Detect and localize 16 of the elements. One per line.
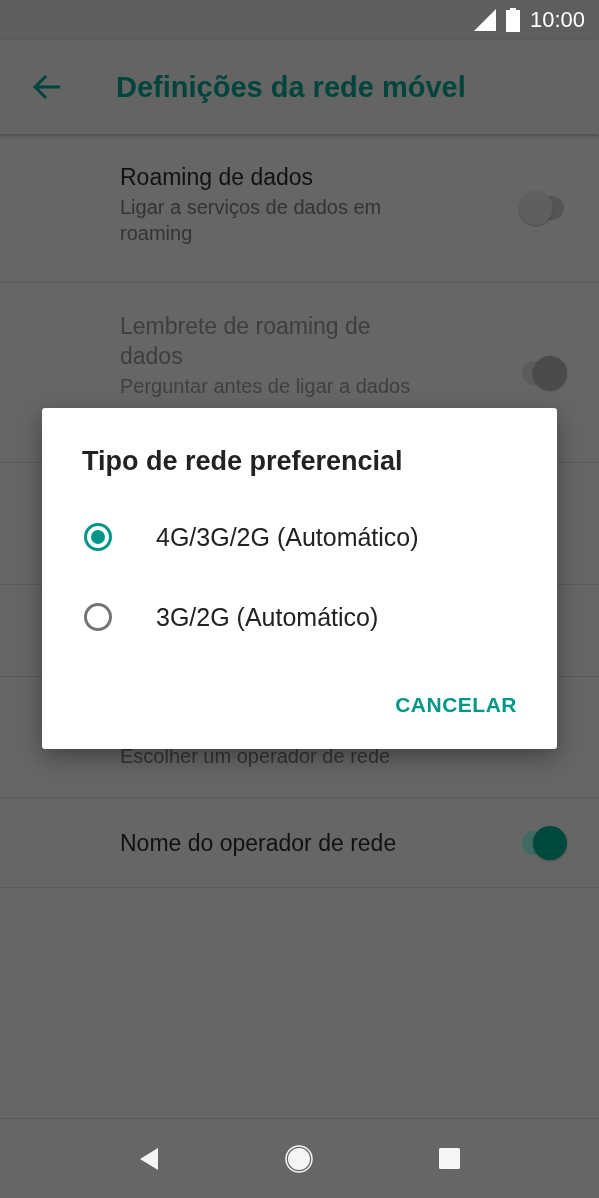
cancel-button[interactable]: CANCELAR	[383, 683, 529, 727]
clock: 10:00	[529, 7, 585, 33]
back-arrow-icon[interactable]	[33, 74, 61, 100]
setting-title: Roaming de dados	[120, 163, 315, 192]
recents-icon[interactable]	[439, 1148, 460, 1169]
radio-button[interactable]	[84, 523, 112, 551]
setting-title: Nome do operador de rede	[120, 829, 398, 858]
battery-icon	[505, 8, 520, 32]
dialog-title: Tipo de rede preferencial	[82, 446, 404, 477]
screen-title: Definições da rede móvel	[116, 70, 466, 104]
back-icon[interactable]	[139, 1146, 159, 1171]
option-label[interactable]: 3G/2G (Automático)	[156, 602, 379, 632]
option-label[interactable]: 4G/3G/2G (Automático)	[156, 522, 419, 552]
signal-icon	[473, 9, 496, 31]
home-icon[interactable]	[285, 1144, 313, 1173]
radio-button[interactable]	[84, 603, 112, 631]
